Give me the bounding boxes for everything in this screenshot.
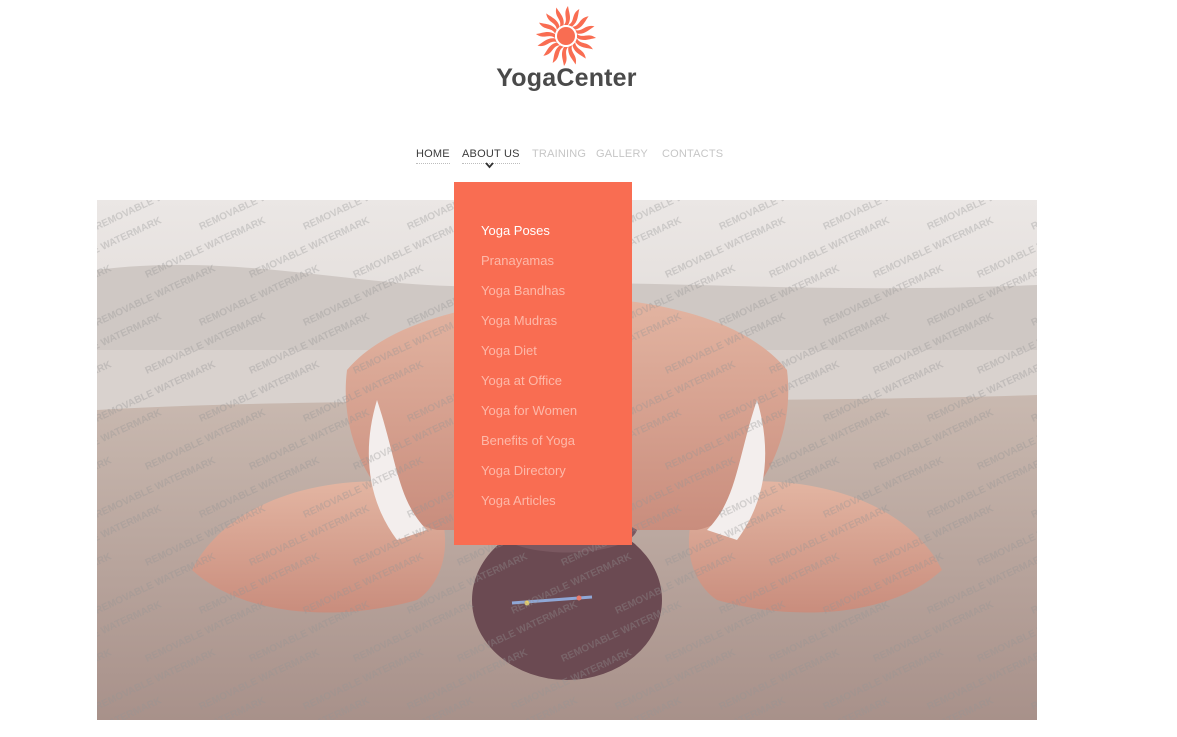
dropdown-item-pranayamas[interactable]: Pranayamas [481,252,577,282]
dropdown-item-yoga-articles[interactable]: Yoga Articles [481,492,577,522]
dropdown-item-yoga-diet[interactable]: Yoga Diet [481,342,577,372]
dropdown-item-yoga-poses[interactable]: Yoga Poses [481,222,577,252]
main-nav: HOME ABOUT US TRAINING GALLERY CONTACTS [0,148,1177,176]
dropdown-item-benefits-of-yoga[interactable]: Benefits of Yoga [481,432,577,462]
sun-icon[interactable] [533,3,599,69]
dropdown-menu: Yoga Poses Pranayamas Yoga Bandhas Yoga … [481,222,577,522]
nav-item-gallery[interactable]: GALLERY [596,148,648,163]
nav-item-contacts[interactable]: CONTACTS [662,148,723,163]
dropdown-item-yoga-at-office[interactable]: Yoga at Office [481,372,577,402]
about-us-dropdown: Yoga Poses Pranayamas Yoga Bandhas Yoga … [454,182,632,545]
dropdown-item-yoga-bandhas[interactable]: Yoga Bandhas [481,282,577,312]
nav-item-home[interactable]: HOME [416,148,450,164]
dropdown-item-yoga-for-women[interactable]: Yoga for Women [481,402,577,432]
brand-name[interactable]: YogaCenter [0,64,1133,93]
dropdown-item-yoga-directory[interactable]: Yoga Directory [481,462,577,492]
nav-item-training[interactable]: TRAINING [532,148,586,163]
dropdown-item-yoga-mudras[interactable]: Yoga Mudras [481,312,577,342]
chevron-down-icon [485,162,494,169]
page: YogaCenter HOME ABOUT US TRAINING GALLER… [0,0,1177,737]
